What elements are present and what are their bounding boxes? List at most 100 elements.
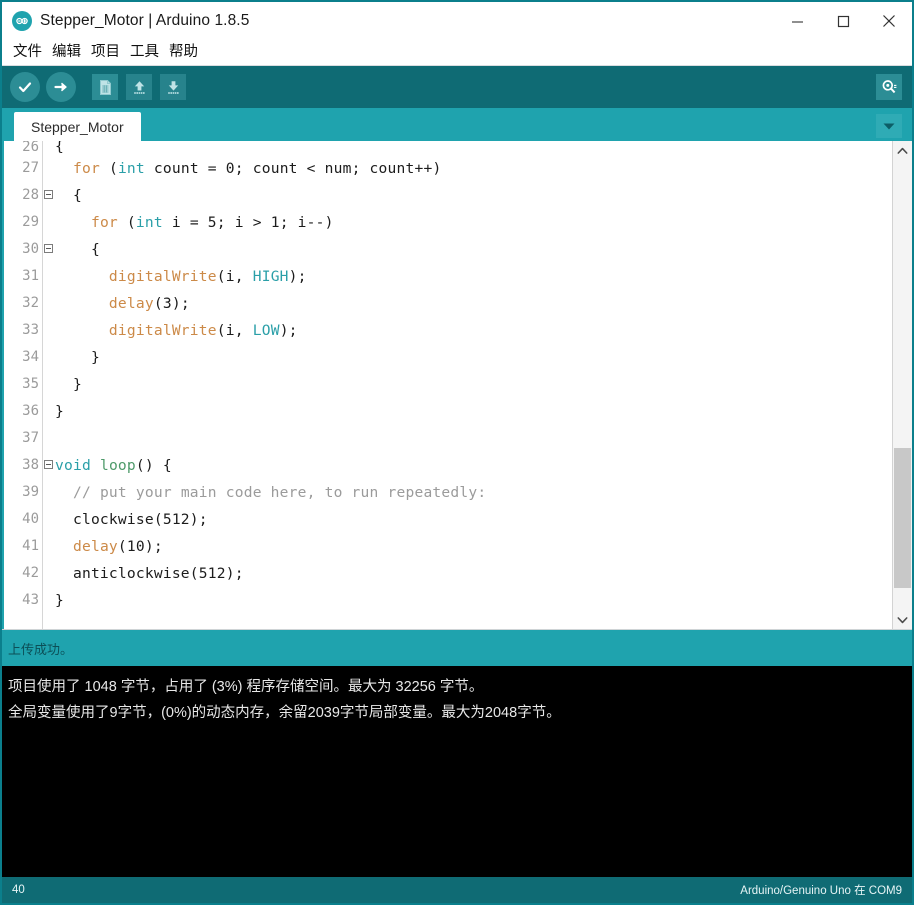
close-icon bbox=[883, 15, 895, 27]
upload-arrow-icon bbox=[54, 82, 67, 92]
tab-stepper-motor[interactable]: Stepper_Motor bbox=[14, 112, 141, 141]
code-token: loop bbox=[99, 457, 136, 474]
code-line: // put your main code here, to run repea… bbox=[55, 479, 892, 506]
verify-button[interactable] bbox=[10, 72, 40, 102]
maximize-button[interactable] bbox=[820, 2, 866, 40]
code-line: { bbox=[55, 141, 892, 155]
tab-strip: Stepper_Motor bbox=[2, 108, 912, 141]
line-number: 36 bbox=[22, 403, 39, 419]
minimize-button[interactable] bbox=[774, 2, 820, 40]
board-port-label: Arduino/Genuino Uno 在 COM9 bbox=[740, 885, 902, 897]
code-token: { bbox=[55, 241, 100, 258]
code-token: clockwise(512); bbox=[55, 511, 208, 528]
status-message-bar: 上传成功。 bbox=[2, 629, 912, 666]
menu-item-sketch[interactable]: 项目 bbox=[86, 40, 125, 65]
code-token: LOW bbox=[252, 322, 280, 339]
menu-item-file[interactable]: 文件 bbox=[8, 40, 47, 65]
line-number: 34 bbox=[22, 349, 39, 365]
code-token: int bbox=[117, 160, 145, 177]
scroll-down-button[interactable] bbox=[893, 610, 912, 629]
minimize-icon bbox=[791, 20, 803, 23]
code-token: // put your main code here, to run repea… bbox=[72, 484, 487, 501]
code-token: delay bbox=[108, 295, 154, 312]
code-token: digitalWrite bbox=[108, 322, 217, 339]
code-token: delay bbox=[72, 538, 118, 555]
code-token: (i, bbox=[216, 268, 253, 285]
line-number: 41 bbox=[22, 538, 39, 554]
open-sketch-button[interactable] bbox=[126, 74, 152, 100]
line-number: 28 bbox=[4, 182, 53, 209]
upload-button[interactable] bbox=[46, 72, 76, 102]
console-line: 项目使用了 1048 字节，占用了 (3%) 程序存储空间。最大为 32256 … bbox=[8, 679, 484, 695]
code-token: for bbox=[90, 214, 118, 231]
serial-monitor-button[interactable] bbox=[876, 74, 902, 100]
code-token: i = 5; i > 1; i--) bbox=[162, 214, 334, 231]
code-token: () { bbox=[135, 457, 172, 474]
code-line: delay(10); bbox=[55, 533, 892, 560]
code-token: } bbox=[55, 592, 64, 609]
menu-item-edit[interactable]: 编辑 bbox=[47, 40, 86, 65]
code-editor[interactable]: 26 27 28 29 30 31 32 33 34 35 36 37 38 39 40 41 42 43 { f… bbox=[4, 141, 892, 629]
line-number: 40 bbox=[22, 511, 39, 527]
line-number: 38 bbox=[4, 452, 53, 479]
verify-check-icon bbox=[18, 82, 32, 93]
chevron-down-icon bbox=[883, 123, 895, 130]
menu-bar: 文件 编辑 项目 工具 帮助 bbox=[2, 40, 912, 66]
line-number: 42 bbox=[22, 565, 39, 581]
close-button[interactable] bbox=[866, 2, 912, 40]
code-token: ); bbox=[288, 268, 307, 285]
console-output[interactable]: 项目使用了 1048 字节，占用了 (3%) 程序存储空间。最大为 32256 … bbox=[2, 666, 912, 877]
code-line: } bbox=[55, 398, 892, 425]
code-line: delay(3); bbox=[55, 290, 892, 317]
new-file-icon bbox=[99, 79, 111, 95]
code-token: digitalWrite bbox=[108, 268, 217, 285]
editor-vertical-scrollbar[interactable] bbox=[892, 141, 912, 629]
code-token: (i, bbox=[216, 322, 253, 339]
status-message-text: 上传成功。 bbox=[8, 641, 74, 657]
code-token: { bbox=[55, 141, 64, 155]
tab-menu-button[interactable] bbox=[876, 114, 902, 138]
title-bar: Stepper_Motor | Arduino 1.8.5 bbox=[2, 2, 912, 40]
chevron-down-icon bbox=[897, 616, 908, 623]
line-number: 31 bbox=[22, 268, 39, 284]
code-token: count = 0; count < num; count++) bbox=[144, 160, 442, 177]
line-number: 29 bbox=[22, 214, 39, 230]
menu-item-help[interactable]: 帮助 bbox=[164, 40, 203, 65]
code-line: { bbox=[55, 182, 892, 209]
line-number: 27 bbox=[22, 160, 39, 176]
new-sketch-button[interactable] bbox=[92, 74, 118, 100]
scrollbar-track[interactable] bbox=[893, 160, 912, 610]
menu-item-tools[interactable]: 工具 bbox=[125, 40, 164, 65]
code-line: { bbox=[55, 236, 892, 263]
save-sketch-button[interactable] bbox=[160, 74, 186, 100]
save-down-arrow-icon bbox=[167, 80, 179, 94]
code-line: anticlockwise(512); bbox=[55, 560, 892, 587]
scroll-up-button[interactable] bbox=[893, 141, 912, 160]
code-line: digitalWrite(i, HIGH); bbox=[55, 263, 892, 290]
line-number: 30 bbox=[4, 236, 53, 263]
code-line: for (int count = 0; count < num; count++… bbox=[55, 155, 892, 182]
status-bar: 40 Arduino/Genuino Uno 在 COM9 bbox=[2, 877, 912, 903]
line-number: 43 bbox=[22, 592, 39, 608]
code-line: } bbox=[55, 587, 892, 614]
arduino-logo-icon bbox=[12, 11, 32, 31]
window-controls bbox=[774, 2, 912, 40]
line-number: 32 bbox=[22, 295, 39, 311]
code-token: { bbox=[55, 187, 82, 204]
open-up-arrow-icon bbox=[133, 80, 145, 94]
console-line: 全局变量使用了9字节，(0%)的动态内存，余留2039字节局部变量。最大为204… bbox=[8, 705, 561, 721]
scrollbar-thumb[interactable] bbox=[894, 448, 911, 588]
cursor-line-number: 40 bbox=[12, 884, 25, 896]
window-title: Stepper_Motor | Arduino 1.8.5 bbox=[40, 12, 250, 29]
code-line: void loop() { bbox=[55, 452, 892, 479]
code-token: ( bbox=[117, 214, 136, 231]
code-text[interactable]: { for (int count = 0; count < num; count… bbox=[43, 141, 892, 629]
code-token: ( bbox=[99, 160, 118, 177]
code-line: for (int i = 5; i > 1; i--) bbox=[55, 209, 892, 236]
